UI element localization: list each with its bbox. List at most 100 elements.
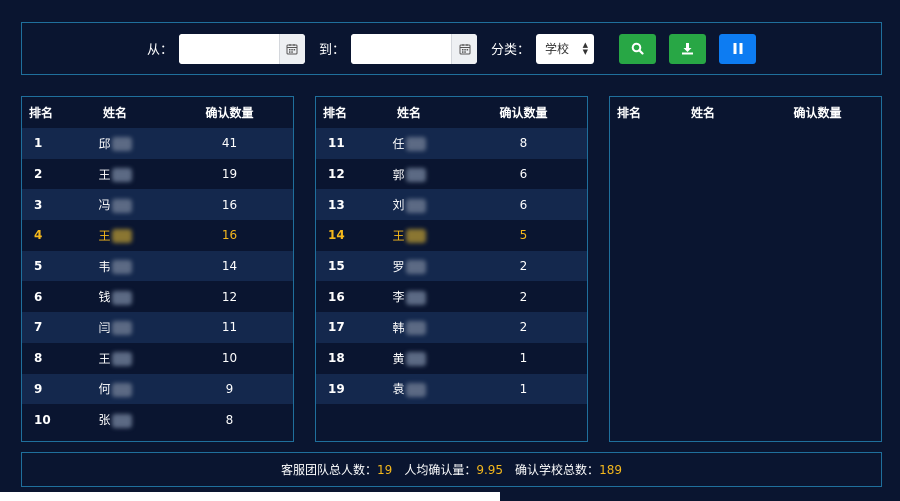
name-cell: 闫 [64,319,166,336]
redacted-name-mask [111,382,132,397]
rank-cell: 17 [328,320,345,335]
rank-cell: 3 [34,197,43,212]
name-text: 黄 [392,351,405,366]
school-total-stat: 确认学校总数：189 [515,461,622,478]
to-date-field[interactable] [351,33,477,64]
redacted-name-mask [111,413,132,428]
count-cell: 8 [225,412,234,427]
count-cell: 5 [519,228,528,243]
rank-cell: 16 [328,289,345,304]
from-calendar-button[interactable] [278,33,305,64]
table-row: 5 韦 14 [22,250,293,282]
table-row: 4 王 16 [22,220,293,251]
table-row: 16 李 2 [316,281,587,312]
redacted-name-mask [405,168,426,183]
school-total-label: 确认学校总数： [515,463,600,477]
count-header: 确认数量 [205,106,254,120]
rank-cell: 10 [34,412,51,427]
select-arrows-icon: ▲ ▼ [582,40,589,56]
calendar-icon [286,43,298,54]
name-cell: 郭 [358,166,460,183]
team-total-stat: 客服团队总人数：19 [281,461,392,478]
table-row: 14 王 5 [316,220,587,251]
avg-confirm-stat: 人均确认量：9.95 [404,461,503,478]
count-cell: 14 [221,259,238,274]
redacted-name-mask [111,137,132,152]
status-strip [0,492,500,501]
name-text: 邱 [98,136,111,151]
ranking-table-3: 排名 姓名 确认数量 [609,96,882,442]
count-header: 确认数量 [499,106,548,120]
search-button[interactable] [619,33,657,64]
table-row: 18 黄 1 [316,343,587,374]
name-text: 何 [98,382,111,397]
ranking-table-2: 排名 姓名 确认数量 11 任 8 12 郭 6 13 刘 6 14 王 5 15 罗 2 16 李 2 17 韩 2 1… [315,96,588,442]
rank-cell: 14 [328,228,345,243]
table-row: 10 张 8 [22,404,293,435]
team-total-label: 客服团队总人数： [281,463,378,477]
table-row: 6 钱 12 [22,281,293,312]
ranking-table-1: 排名 姓名 确认数量 1 邱 41 2 王 19 3 冯 16 4 王 16 5 韦 14 6 钱 12 7 闫 11 8… [21,96,294,442]
table-header: 排名 姓名 确认数量 [610,97,881,128]
count-cell: 16 [221,228,238,243]
rank-cell: 9 [34,381,43,396]
redacted-name-mask [405,290,426,305]
name-text: 李 [392,290,405,305]
team-total-value: 19 [377,463,393,477]
name-cell: 黄 [358,350,460,367]
category-select[interactable]: 学校 ▲ ▼ [536,33,595,64]
pause-button[interactable] [719,33,757,64]
summary-footer: 客服团队总人数：19 人均确认量：9.95 确认学校总数：189 [21,452,882,487]
name-text: 王 [98,351,111,366]
table-row: 17 韩 2 [316,312,587,343]
rank-cell: 12 [328,167,345,182]
from-label: 从： [146,43,173,58]
pause-icon [733,43,743,54]
rank-header: 排名 [617,106,642,120]
rank-cell: 6 [34,289,43,304]
name-header: 姓名 [102,106,127,120]
table-row: 12 郭 6 [316,159,587,190]
name-text: 王 [392,228,405,243]
table-row: 15 罗 2 [316,250,587,282]
name-text: 冯 [98,198,111,213]
name-text: 袁 [392,382,405,397]
calendar-icon [459,43,470,54]
to-date-input[interactable] [351,33,451,64]
rank-header: 排名 [29,106,54,120]
count-cell: 8 [519,136,528,151]
redacted-name-mask [405,352,426,367]
count-cell: 6 [519,197,528,212]
count-header: 确认数量 [793,106,842,120]
rank-cell: 7 [34,320,43,335]
redacted-name-mask [111,352,132,367]
name-text: 钱 [98,290,111,305]
table-row: 19 袁 1 [316,373,587,405]
redacted-name-mask [405,229,426,244]
category-label: 分类： [491,43,531,58]
export-button[interactable] [669,33,707,64]
table-row: 11 任 8 [316,128,587,159]
category-selected-value: 学校 [545,42,570,56]
name-text: 闫 [98,320,111,335]
from-date-field[interactable] [178,33,305,64]
name-cell: 李 [358,288,460,305]
name-cell: 邱 [64,135,166,152]
school-total-value: 189 [599,463,622,477]
redacted-name-mask [405,382,426,397]
rank-cell: 2 [34,167,43,182]
to-calendar-button[interactable] [451,33,477,64]
name-cell: 任 [358,135,460,152]
rank-cell: 19 [328,381,345,396]
count-cell: 2 [519,320,528,335]
name-header: 姓名 [396,106,421,120]
from-date-input[interactable] [178,33,279,64]
count-cell: 10 [221,351,238,366]
name-cell: 韩 [358,319,460,336]
name-cell: 王 [64,227,166,244]
name-text: 韩 [392,320,405,335]
table-row: 3 冯 16 [22,189,293,221]
redacted-name-mask [111,168,132,183]
name-cell: 钱 [64,288,166,305]
table-row: 8 王 10 [22,343,293,374]
